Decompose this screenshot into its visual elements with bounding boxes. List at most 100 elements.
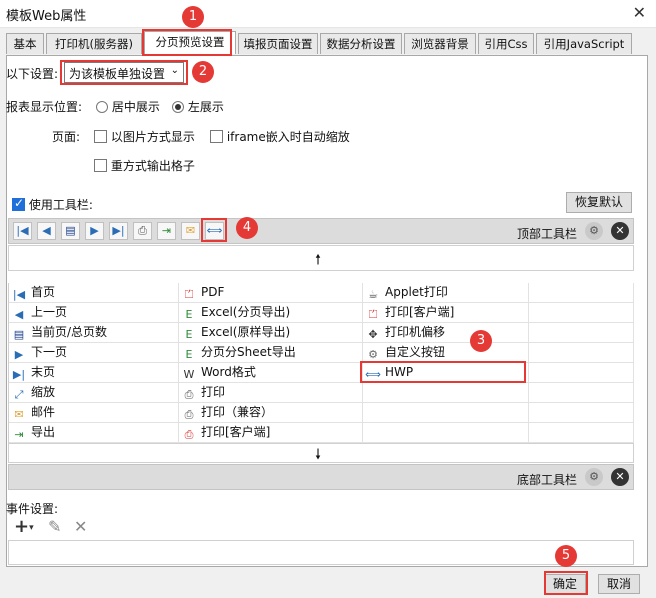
gear-icon: ⚙ [368, 348, 378, 361]
edit-icon[interactable]: ✎ [48, 517, 61, 536]
image-mode-checkbox[interactable]: 以图片方式显示 [94, 128, 195, 145]
mode-label: 以下设置: [6, 67, 59, 81]
gear-icon[interactable]: ⚙ [585, 468, 603, 486]
print-client-icon: ⎙ [184, 428, 194, 441]
mode-select-value: 为该模板单独设置 [69, 67, 166, 81]
prev-page-icon[interactable]: ◀ [37, 222, 56, 240]
radio-selected-icon [172, 101, 184, 113]
list-item-first-page[interactable]: |◀ 首页 [9, 283, 179, 303]
empty-cell [529, 343, 634, 363]
current-total-icon[interactable]: ▤ [61, 222, 80, 240]
move-icon: ✥ [368, 328, 378, 341]
list-item-print-compat[interactable]: ⎙ 打印（兼容） [179, 403, 363, 423]
annotation-badge-1: 1 [182, 6, 204, 28]
next-page-icon: ▶ [14, 348, 24, 361]
pdf-icon: ⏍ [368, 308, 378, 321]
empty-cell [363, 403, 529, 423]
add-icon[interactable]: +▾ [14, 516, 34, 537]
buttons-grid: |◀ 首页 ◀ 上一页 ▤ 当前页/总页数 ▶ 下一页 ▶| 末页 ⤢ 缩放 ✉ 邮件 ⇥ 导出… [8, 283, 634, 443]
tab-printer-server[interactable]: 打印机(服务器) [46, 33, 142, 54]
list-item-hwp[interactable]: ⟺ HWP [363, 363, 529, 383]
list-item-prev-page[interactable]: ◀ 上一页 [9, 303, 179, 323]
grid-output-checkbox[interactable]: 重方式输出格子 [94, 157, 195, 174]
tab-data-analysis[interactable]: 数据分析设置 [320, 33, 402, 54]
position-option-center[interactable]: 居中展示 [96, 98, 160, 115]
position-label: 报表显示位置: [6, 100, 83, 114]
list-item-print-client-2[interactable]: ⏍ 打印[客户端] [363, 303, 529, 323]
use-toolbar-checkbox[interactable]: 使用工具栏: [12, 196, 93, 213]
bottom-toolbar: 底部工具栏 ⚙ ✕ [8, 464, 634, 490]
window-title: 模板Web属性 [6, 9, 87, 24]
list-item-current-total[interactable]: ▤ 当前页/总页数 [9, 323, 179, 343]
list-item-excel-sheet[interactable]: E 分页分Sheet导出 [179, 343, 363, 363]
tab-browser-bg[interactable]: 浏览器背景 [404, 33, 476, 54]
top-drop-area: 🠕 [8, 245, 634, 271]
email-icon[interactable]: ✉ [181, 222, 200, 240]
empty-cell [363, 423, 529, 443]
empty-cell [529, 283, 634, 303]
tab-basic[interactable]: 基本 [6, 33, 44, 54]
current-total-icon: ▤ [13, 328, 25, 341]
list-item-zoom[interactable]: ⤢ 缩放 [9, 383, 179, 403]
events-list[interactable] [8, 540, 634, 565]
empty-cell [529, 303, 634, 323]
empty-cell [529, 423, 634, 443]
next-page-icon[interactable]: ▶ [85, 222, 104, 240]
list-item-print[interactable]: ⎙ 打印 [179, 383, 363, 403]
hwp-icon[interactable]: ⟺ [205, 222, 224, 240]
checkbox-icon [94, 130, 107, 143]
list-item-pdf[interactable]: ⏍ PDF [179, 283, 363, 303]
iframe-autoscale-checkbox[interactable]: iframe嵌入时自动缩放 [210, 128, 350, 145]
excel-icon: E [185, 328, 193, 341]
zoom-icon: ⤢ [14, 388, 24, 401]
tab-fill-page[interactable]: 填报页面设置 [238, 33, 318, 54]
checkbox-icon [210, 130, 223, 143]
list-item-custom-button[interactable]: ⚙ 自定义按钮 [363, 343, 529, 363]
list-item-applet-print[interactable]: ☕ Applet打印 [363, 283, 529, 303]
list-item-word[interactable]: W Word格式 [179, 363, 363, 383]
tab-ref-css[interactable]: 引用Css [478, 33, 534, 54]
list-item-next-page[interactable]: ▶ 下一页 [9, 343, 179, 363]
hwp-icon: ⟺ [365, 368, 381, 381]
list-item-export[interactable]: ⇥ 导出 [9, 423, 179, 443]
gear-icon[interactable]: ⚙ [585, 222, 603, 240]
list-item-printer-offset[interactable]: ✥ 打印机偏移 [363, 323, 529, 343]
export-icon[interactable]: ⇥ [157, 222, 176, 240]
events-label: 事件设置: [6, 502, 59, 516]
export-icon: ⇥ [14, 428, 24, 441]
list-item-excel-paged[interactable]: E Excel(分页导出) [179, 303, 363, 323]
word-icon: W [183, 368, 195, 381]
restore-default-button[interactable]: 恢复默认 [566, 192, 632, 213]
list-item-excel-original[interactable]: E Excel(原样导出) [179, 323, 363, 343]
position-option-left[interactable]: 左展示 [172, 98, 224, 115]
title-bar: 模板Web属性 ✕ [0, 0, 656, 28]
bottom-toolbar-label: 底部工具栏 [517, 473, 578, 487]
first-page-icon[interactable]: |◀ [13, 222, 32, 240]
arrow-up-icon[interactable]: 🠕 [315, 249, 321, 273]
checkbox-checked-icon [12, 196, 25, 211]
pdf-icon: ⏍ [184, 288, 194, 301]
checkbox-icon [94, 159, 107, 172]
ok-button[interactable]: 确定 [544, 574, 586, 594]
applet-icon: ☕ [368, 288, 378, 301]
list-item-print-client[interactable]: ⎙ 打印[客户端] [179, 423, 363, 443]
print-icon[interactable]: ⎙ [133, 222, 152, 240]
mode-select[interactable]: 为该模板单独设置 ⌄ [64, 62, 184, 83]
bottom-drop-area: 🠗 [8, 443, 634, 463]
last-page-icon: ▶| [12, 368, 26, 381]
last-page-icon[interactable]: ▶| [109, 222, 128, 240]
chevron-down-icon: ⌄ [170, 65, 179, 76]
list-item-email[interactable]: ✉ 邮件 [9, 403, 179, 423]
empty-cell [363, 383, 529, 403]
close-circle-icon[interactable]: ✕ [611, 222, 629, 240]
cancel-button[interactable]: 取消 [598, 574, 640, 594]
empty-cell [529, 323, 634, 343]
list-item-last-page[interactable]: ▶| 末页 [9, 363, 179, 383]
tab-ref-js[interactable]: 引用JavaScript [536, 33, 632, 54]
close-icon[interactable]: ✕ [633, 3, 646, 22]
close-circle-icon[interactable]: ✕ [611, 468, 629, 486]
radio-icon [96, 101, 108, 113]
delete-icon[interactable]: ✕ [74, 517, 87, 536]
tab-page-preview[interactable]: 分页预览设置 [144, 31, 236, 54]
annotation-badge-3: 3 [470, 330, 492, 352]
